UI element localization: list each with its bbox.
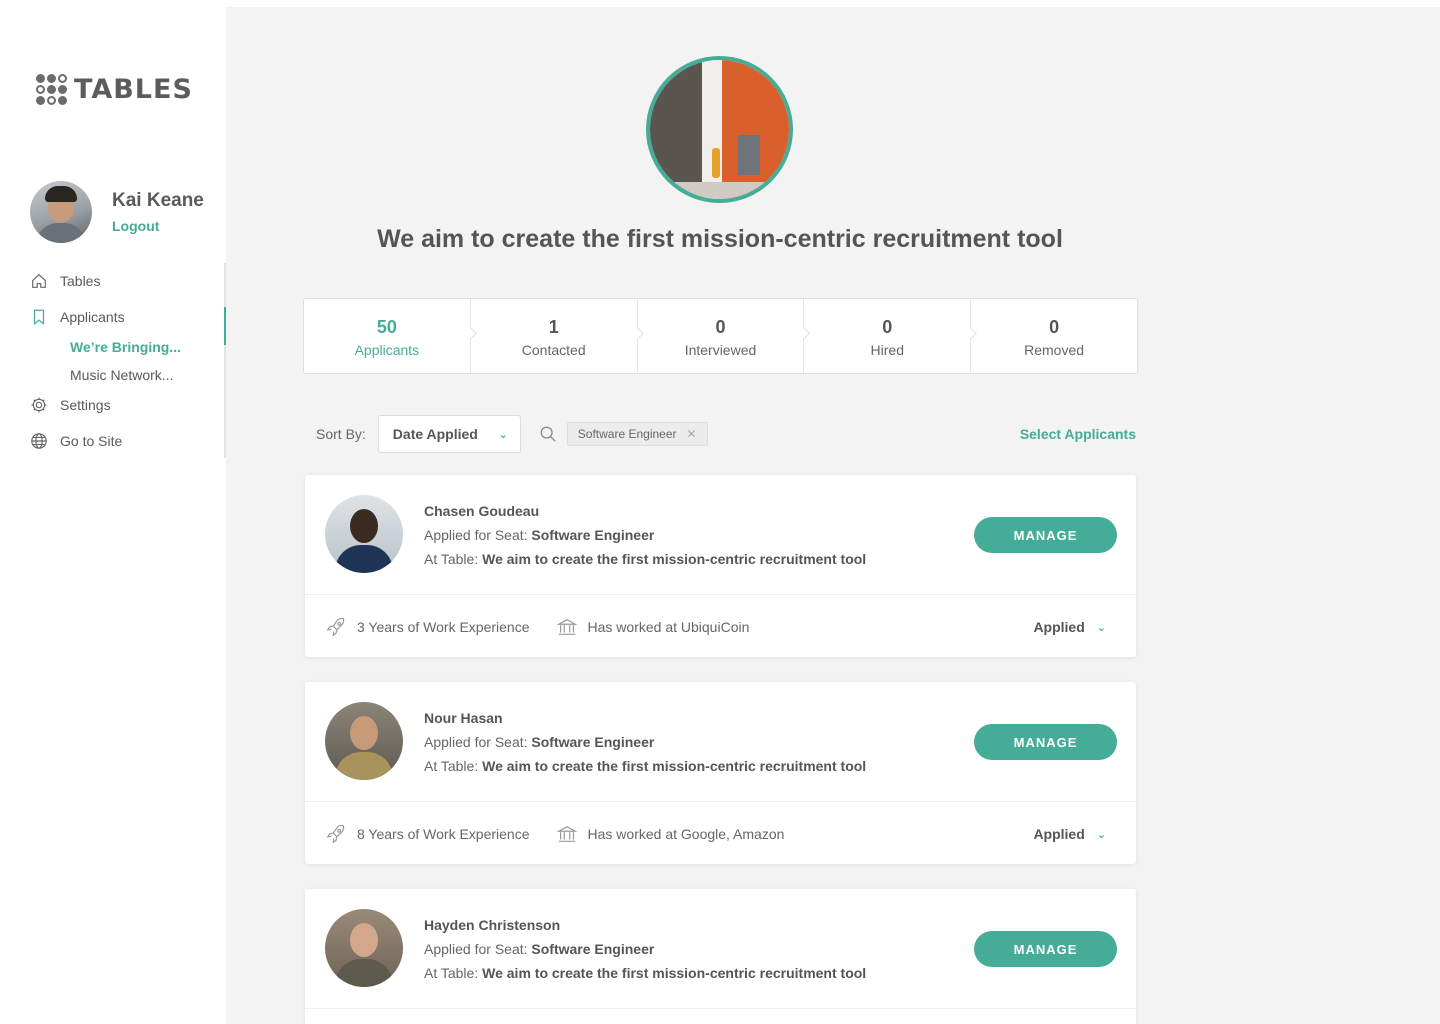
filter-tag: Software Engineer ✕ — [566, 422, 708, 446]
brand-name: TABLES — [74, 74, 193, 105]
sidebar-item-label: Applicants — [60, 309, 125, 325]
select-applicants-link[interactable]: Select Applicants — [1020, 426, 1136, 442]
worked-at-text: Has worked at UbiquiCoin — [587, 619, 750, 635]
sidebar-item-label: Tables — [60, 273, 101, 289]
table-cover-image — [646, 56, 793, 203]
table-name: We aim to create the first mission-centr… — [482, 758, 867, 774]
applicant-name[interactable]: Chasen Goudeau — [424, 503, 866, 519]
stat-hired[interactable]: 0 Hired — [803, 299, 970, 373]
logout-link[interactable]: Logout — [112, 218, 204, 234]
stat-value: 0 — [715, 317, 726, 337]
avatar[interactable] — [325, 495, 403, 573]
chevron-down-icon: ⌄ — [1096, 621, 1106, 634]
rocket-icon — [326, 824, 345, 844]
status-dropdown[interactable]: Applied ⌄ — [1033, 619, 1106, 635]
main-content: We aim to create the first mission-centr… — [226, 7, 1440, 1024]
applicant-card: Hayden Christenson Applied for Seat: Sof… — [305, 889, 1136, 1024]
sort-label: Sort By: — [316, 426, 366, 442]
sidebar: TABLES Kai Keane Logout Tables Applicant… — [0, 0, 226, 1024]
sidebar-nav: Tables Applicants We’re Bringing... Musi… — [30, 270, 220, 466]
applicant-name[interactable]: Hayden Christenson — [424, 917, 866, 933]
stat-label: Hired — [870, 342, 905, 358]
search-icon[interactable] — [539, 425, 557, 443]
globe-icon — [31, 433, 47, 449]
sidebar-item-go-to-site[interactable]: Go to Site — [30, 430, 220, 452]
table-name: We aim to create the first mission-centr… — [482, 965, 867, 981]
status-dropdown[interactable]: Applied ⌄ — [1033, 826, 1106, 842]
stat-label: Removed — [1024, 342, 1085, 358]
logo-dots-icon — [36, 74, 67, 105]
stat-applicants[interactable]: 50 Applicants — [304, 299, 470, 373]
status-value: Applied — [1033, 619, 1085, 635]
chevron-down-icon: ⌄ — [1096, 828, 1106, 841]
submenu-item-music-network[interactable]: Music Network... — [70, 364, 220, 386]
table-prefix: At Table: — [424, 965, 479, 981]
stat-value: 0 — [882, 317, 893, 337]
submenu-item-bringing[interactable]: We’re Bringing... — [70, 336, 220, 358]
manage-button[interactable]: MANAGE — [974, 724, 1117, 760]
bank-icon — [555, 825, 578, 842]
avatar[interactable] — [30, 181, 92, 243]
user-name: Kai Keane — [112, 190, 204, 211]
sidebar-item-label: Settings — [60, 397, 111, 413]
applicant-card: Chasen Goudeau Applied for Seat: Softwar… — [305, 475, 1136, 657]
seat-prefix: Applied for Seat: — [424, 527, 528, 543]
table-prefix: At Table: — [424, 758, 479, 774]
pipeline-stats: 50 Applicants 1 Contacted 0 Interviewed … — [303, 298, 1138, 374]
seat-prefix: Applied for Seat: — [424, 734, 528, 750]
gear-icon — [31, 397, 47, 413]
stat-label: Contacted — [521, 342, 586, 358]
stat-contacted[interactable]: 1 Contacted — [469, 299, 637, 373]
worked-at-text: Has worked at Google, Amazon — [587, 826, 785, 842]
stat-value: 1 — [548, 317, 559, 337]
experience-text: 8 Years of Work Experience — [357, 826, 530, 842]
stat-interviewed[interactable]: 0 Interviewed — [636, 299, 804, 373]
applicant-name[interactable]: Nour Hasan — [424, 710, 866, 726]
chevron-down-icon: ⌄ — [498, 428, 508, 441]
seat-prefix: Applied for Seat: — [424, 941, 528, 957]
applicant-card: Nour Hasan Applied for Seat: Software En… — [305, 682, 1136, 864]
user-profile: Kai Keane Logout — [30, 181, 204, 243]
sidebar-item-label: Go to Site — [60, 433, 123, 449]
stat-value: 0 — [1049, 317, 1060, 337]
stat-label: Applicants — [354, 342, 420, 358]
stat-label: Interviewed — [684, 342, 757, 358]
status-value: Applied — [1033, 826, 1085, 842]
stat-removed[interactable]: 0 Removed — [970, 299, 1137, 373]
sidebar-item-tables[interactable]: Tables — [30, 270, 220, 292]
stat-value: 50 — [376, 317, 397, 337]
seat-name: Software Engineer — [531, 734, 655, 750]
filter-tag-label: Software Engineer — [577, 427, 677, 441]
sort-select[interactable]: Date Applied ⌄ — [377, 415, 521, 453]
filter-toolbar: Sort By: Date Applied ⌄ Software Enginee… — [316, 415, 1136, 453]
avatar[interactable] — [325, 702, 403, 780]
table-name: We aim to create the first mission-centr… — [482, 551, 867, 567]
rocket-icon — [326, 617, 345, 637]
sort-value: Date Applied — [392, 426, 478, 442]
applicants-submenu: We’re Bringing... Music Network... — [70, 336, 220, 386]
page-title: We aim to create the first mission-centr… — [377, 225, 1063, 253]
manage-button[interactable]: MANAGE — [974, 517, 1117, 553]
experience-text: 3 Years of Work Experience — [357, 619, 530, 635]
brand-logo[interactable]: TABLES — [36, 74, 193, 105]
sidebar-item-settings[interactable]: Settings — [30, 394, 220, 416]
sidebar-item-applicants[interactable]: Applicants — [30, 306, 220, 328]
bookmark-icon — [33, 309, 45, 326]
close-icon[interactable]: ✕ — [687, 427, 697, 441]
manage-button[interactable]: MANAGE — [974, 931, 1117, 967]
avatar[interactable] — [325, 909, 403, 987]
seat-name: Software Engineer — [531, 527, 655, 543]
seat-name: Software Engineer — [531, 941, 655, 957]
bank-icon — [555, 618, 578, 635]
home-icon — [32, 273, 46, 288]
table-prefix: At Table: — [424, 551, 479, 567]
